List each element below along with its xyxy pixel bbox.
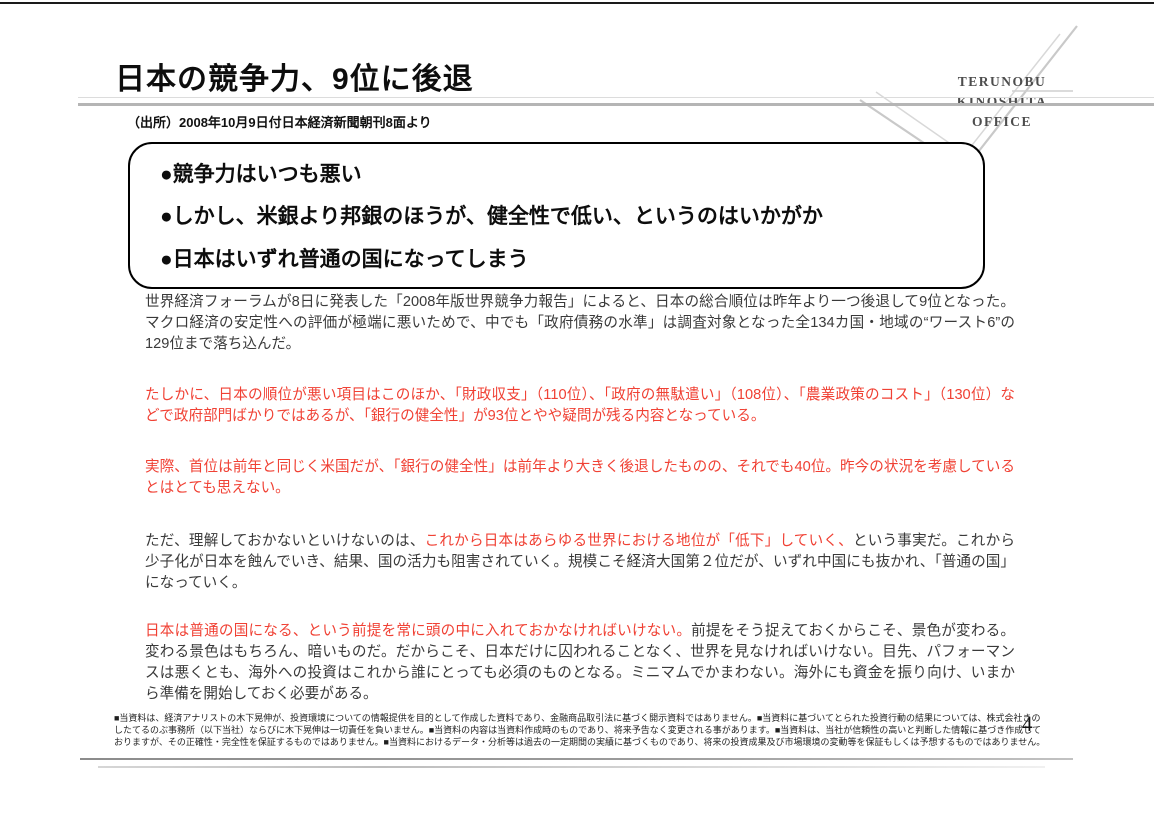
text-segment: たしかに、日本の順位が悪い項目はこのほか、「財政収支」（110位）、「政府の無駄… <box>145 387 1015 424</box>
text-segment: これから日本はあらゆる世界における地位が「低下」していく、 <box>425 533 853 549</box>
footer-rule-top <box>80 758 1073 760</box>
body-paragraph-1: 世界経済フォーラムが8日に発表した「2008年版世界競争力報告」によると、日本の… <box>145 292 1015 355</box>
summary-bullet-3: ●日本はいずれ普通の国になってしまう <box>160 243 969 273</box>
source-citation: （出所）2008年10月9日付日本経済新聞朝刊8面より <box>127 112 432 131</box>
summary-bullet-2: ●しかし、米銀より邦銀のほうが、健全性で低い、というのはいかがか <box>160 200 969 230</box>
body-paragraph-2: たしかに、日本の順位が悪い項目はこのほか、「財政収支」（110位）、「政府の無駄… <box>145 385 1015 427</box>
title-underline-bottom <box>78 103 1154 106</box>
logo-line-3: OFFICE <box>907 112 1097 132</box>
page-number: 4 <box>1022 712 1033 737</box>
disclaimer: ■当資料は、経済アナリストの木下晃伸が、投資環境についての情報提供を目的として作… <box>114 712 1014 748</box>
text-segment: 世界経済フォーラムが8日に発表した「2008年版世界競争力報告」によると、日本の… <box>145 294 1015 352</box>
text-segment: 日本は普通の国になる、という前提を常に頭の中に入れておかなければいけない。 <box>145 623 691 639</box>
logo-text: TERUNOBU KINOSHITA OFFICE <box>907 72 1097 132</box>
text-segment: ただ、理解しておかないといけないのは、 <box>145 533 425 549</box>
body-paragraph-5: 日本は普通の国になる、という前提を常に頭の中に入れておかなければいけない。前提を… <box>145 621 1015 705</box>
page-title: 日本の競争力、9位に後退 <box>115 54 474 98</box>
slide-page: TERUNOBU KINOSHITA OFFICE 日本の競争力、9位に後退 （… <box>0 0 1154 817</box>
footer-rule-bottom <box>98 766 1045 768</box>
text-segment: 実際、首位は前年と同じく米国だが、「銀行の健全性」は前年より大きく後退したものの… <box>145 459 1015 496</box>
summary-bullet-1: ●競争力はいつも悪い <box>160 158 969 188</box>
disclaimer-line-3: おりますが、その正確性・完全性を保証するものではありません。■当資料におけるデー… <box>114 736 1014 748</box>
body-text: 世界経済フォーラムが8日に発表した「2008年版世界競争力報告」によると、日本の… <box>145 292 1015 735</box>
disclaimer-line-2: したてるのぶ事務所（以下当社）ならびに木下晃伸は一切責任を負いません。■当資料の… <box>114 724 1014 736</box>
top-border-line <box>0 2 1154 4</box>
body-paragraph-4: ただ、理解しておかないといけないのは、これから日本はあらゆる世界における地位が「… <box>145 531 1015 594</box>
disclaimer-line-1: ■当資料は、経済アナリストの木下晃伸が、投資環境についての情報提供を目的として作… <box>114 712 1014 724</box>
summary-box: ●競争力はいつも悪い ●しかし、米銀より邦銀のほうが、健全性で低い、というのはい… <box>128 142 985 289</box>
logo-line-2: KINOSHITA <box>907 92 1097 112</box>
logo-line-1: TERUNOBU <box>907 72 1097 92</box>
body-paragraph-3: 実際、首位は前年と同じく米国だが、「銀行の健全性」は前年より大きく後退したものの… <box>145 457 1015 499</box>
title-underline-top <box>78 97 1154 98</box>
